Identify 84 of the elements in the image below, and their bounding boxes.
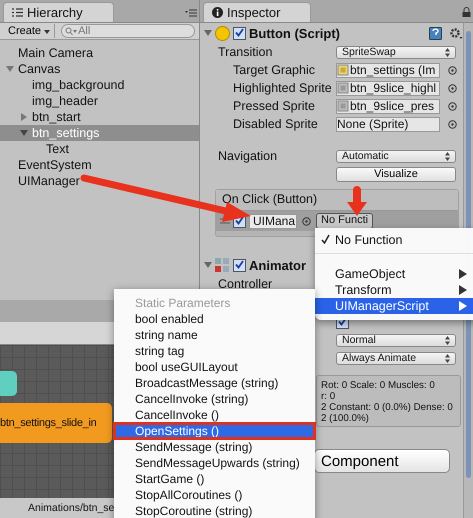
visualize-button[interactable]: Visualize bbox=[336, 166, 456, 182]
menu-item[interactable]: Transform bbox=[315, 282, 473, 298]
menu-item[interactable]: GameObject bbox=[315, 266, 473, 282]
search-input[interactable]: All bbox=[78, 25, 178, 37]
menu-item[interactable]: UIManagerScript bbox=[315, 298, 473, 314]
annotation-arrow bbox=[347, 186, 367, 216]
search-icon bbox=[65, 26, 78, 36]
hierarchy-item[interactable]: img_background bbox=[0, 77, 199, 93]
stats-text: 2 (100.0%) bbox=[320, 413, 370, 424]
field-label: Highlighted Sprite bbox=[232, 81, 333, 95]
inspector-tab[interactable]: Inspector bbox=[203, 2, 312, 22]
checkbox[interactable] bbox=[233, 258, 246, 272]
expand-arrow-icon[interactable] bbox=[6, 65, 14, 73]
hierarchy-item[interactable]: btn_start bbox=[0, 109, 199, 125]
stats-text: 2 Constant: 0 (0.0%) Dense: 0 bbox=[320, 402, 454, 413]
object-field[interactable]: btn_9slice_highl bbox=[336, 80, 440, 96]
hierarchy-item[interactable]: img_header bbox=[0, 93, 199, 109]
sprite-icon bbox=[337, 100, 349, 112]
picker-icon[interactable] bbox=[302, 216, 311, 226]
function-dropdown[interactable]: No Functi bbox=[316, 213, 374, 229]
field-label: Pressed Sprite bbox=[232, 99, 316, 113]
animator-icon bbox=[215, 258, 230, 272]
field-label: Controller bbox=[217, 277, 274, 291]
state-node[interactable] bbox=[0, 371, 17, 396]
field-label: Target Graphic bbox=[232, 63, 316, 77]
menu-header: Static Parameters bbox=[134, 295, 232, 311]
state-node[interactable]: btn_settings_slide_in bbox=[0, 403, 112, 443]
settings-icon[interactable] bbox=[449, 26, 463, 40]
menu-item[interactable]: StopAllCoroutines () bbox=[114, 487, 315, 503]
event-title: On Click (Button) bbox=[222, 192, 318, 206]
menu-item[interactable]: string tag bbox=[114, 343, 315, 359]
ok-icon bbox=[215, 26, 230, 40]
field-label: Navigation bbox=[217, 149, 278, 163]
updown-arrows-icon bbox=[445, 48, 450, 56]
object-field[interactable]: btn_settings (Im bbox=[336, 62, 440, 78]
collapse-arrow-icon[interactable] bbox=[204, 29, 212, 37]
component-title: Animator bbox=[249, 258, 306, 272]
menu-icon[interactable] bbox=[185, 9, 197, 17]
field-label: Transition bbox=[217, 45, 274, 59]
updown-arrows-icon bbox=[445, 152, 450, 160]
hierarchy-item[interactable]: Main Camera bbox=[0, 45, 199, 61]
hierarchy-item[interactable]: Text bbox=[0, 141, 199, 157]
menu-item[interactable]: CancelInvoke (string) bbox=[114, 391, 315, 407]
stats-text: Rot: 0 Scale: 0 Muscles: 0 bbox=[320, 380, 436, 391]
caret-icon bbox=[44, 30, 50, 34]
menu-item[interactable]: StopCoroutine (string) bbox=[114, 503, 315, 518]
object-field[interactable]: UIMana bbox=[249, 214, 297, 228]
updown-arrows-icon bbox=[445, 354, 450, 362]
lock-icon[interactable] bbox=[462, 7, 471, 17]
object-field[interactable]: None (Sprite) bbox=[336, 116, 440, 132]
dropdown[interactable]: Normal bbox=[336, 334, 456, 346]
menu-item[interactable]: SendMessage (string) bbox=[114, 439, 315, 455]
expand-arrow-icon[interactable] bbox=[20, 113, 28, 121]
hierarchy-tab[interactable]: Hierarchy bbox=[3, 2, 114, 22]
checkmark-icon bbox=[321, 234, 330, 244]
object-field[interactable]: btn_9slice_pres bbox=[336, 98, 440, 114]
field-label: Disabled Sprite bbox=[232, 117, 319, 131]
list-icon bbox=[12, 8, 23, 17]
menu-item[interactable]: bool enabled bbox=[114, 311, 315, 327]
status-path: Animations/btn_se bbox=[28, 502, 114, 514]
info-icon bbox=[212, 7, 223, 18]
checkbox[interactable] bbox=[233, 26, 246, 40]
menu-item[interactable]: BroadcastMessage (string) bbox=[114, 375, 315, 391]
component-title: Button (Script) bbox=[249, 26, 340, 40]
menu-item[interactable]: No Function bbox=[315, 232, 473, 248]
hierarchy-item[interactable]: EventSystem bbox=[0, 157, 199, 173]
search-field[interactable]: All bbox=[61, 24, 195, 38]
menu-item[interactable]: string name bbox=[114, 327, 315, 343]
add-component-button[interactable]: Component bbox=[314, 449, 450, 473]
menu-item[interactable]: bool useGUILayout bbox=[114, 359, 315, 375]
updown-arrows-icon bbox=[445, 336, 450, 344]
sprite-icon bbox=[337, 64, 349, 76]
hierarchy-item[interactable]: UIManager bbox=[0, 173, 199, 189]
sprite-icon bbox=[337, 82, 349, 94]
menu-item[interactable]: StartGame () bbox=[114, 471, 315, 487]
dropdown[interactable]: Always Animate bbox=[336, 352, 456, 364]
stats-text: r: 0 bbox=[320, 391, 336, 402]
menu-item[interactable]: SendMessageUpwards (string) bbox=[114, 455, 315, 471]
dropdown[interactable]: Automatic bbox=[336, 150, 456, 162]
hierarchy-item[interactable]: Canvas bbox=[0, 61, 199, 77]
dropdown[interactable]: SpriteSwap bbox=[336, 46, 456, 58]
menu-item[interactable]: CancelInvoke () bbox=[114, 407, 315, 423]
collapse-arrow-icon[interactable] bbox=[204, 261, 212, 269]
expand-arrow-icon[interactable] bbox=[20, 129, 28, 137]
